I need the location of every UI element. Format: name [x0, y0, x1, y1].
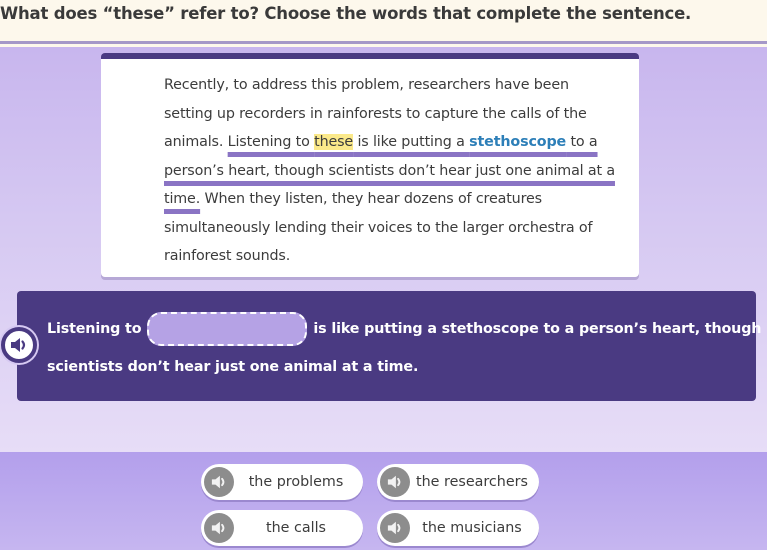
question-prompt: What does “these” refer to? Choose the w…: [0, 4, 692, 23]
choice-the-calls[interactable]: the calls: [201, 510, 363, 546]
choice-label: the problems: [248, 474, 344, 490]
highlighted-word: these: [314, 134, 354, 150]
choice-audio-button[interactable]: [380, 467, 410, 497]
vocab-word-link[interactable]: stethoscope: [469, 134, 566, 150]
sentence-line-2: scientists don’t hear just one animal at…: [47, 359, 419, 375]
choice-audio-button[interactable]: [204, 467, 234, 497]
target-sentence-segment: is like putting a: [353, 134, 470, 150]
choice-audio-button[interactable]: [204, 513, 234, 543]
answer-blank-drop-zone[interactable]: [147, 312, 308, 346]
answer-choices-area: the problems the researchers the calls t…: [0, 452, 767, 550]
speaker-icon: [211, 475, 225, 489]
sentence-line-1: Listening to is like putting a stethosco…: [47, 312, 761, 346]
passage-text: Recently, to address this problem, resea…: [164, 71, 619, 271]
passage-segment: When they listen, they hear dozens of cr…: [164, 191, 593, 264]
speaker-icon: [387, 475, 401, 489]
target-sentence-segment: Listening to: [227, 134, 315, 150]
sentence-after-blank: is like putting a stethoscope to a perso…: [313, 321, 762, 337]
choice-audio-button[interactable]: [380, 513, 410, 543]
sentence-before-blank: Listening to: [47, 321, 142, 337]
choice-label: the researchers: [416, 474, 528, 490]
work-area: Recently, to address this problem, resea…: [0, 47, 767, 452]
speaker-icon: [211, 521, 225, 535]
choice-the-musicians[interactable]: the musicians: [377, 510, 539, 546]
choice-label: the musicians: [422, 520, 522, 536]
question-bar: What does “these” refer to? Choose the w…: [0, 0, 767, 44]
speaker-icon: [387, 521, 401, 535]
choice-the-researchers[interactable]: the researchers: [377, 464, 539, 500]
choice-label: the calls: [265, 520, 327, 536]
speaker-icon: [11, 338, 26, 352]
choice-the-problems[interactable]: the problems: [201, 464, 363, 500]
sentence-box: Listening to is like putting a stethosco…: [1, 291, 761, 401]
sentence-audio-button[interactable]: [1, 327, 37, 363]
passage-card: Recently, to address this problem, resea…: [101, 53, 639, 277]
